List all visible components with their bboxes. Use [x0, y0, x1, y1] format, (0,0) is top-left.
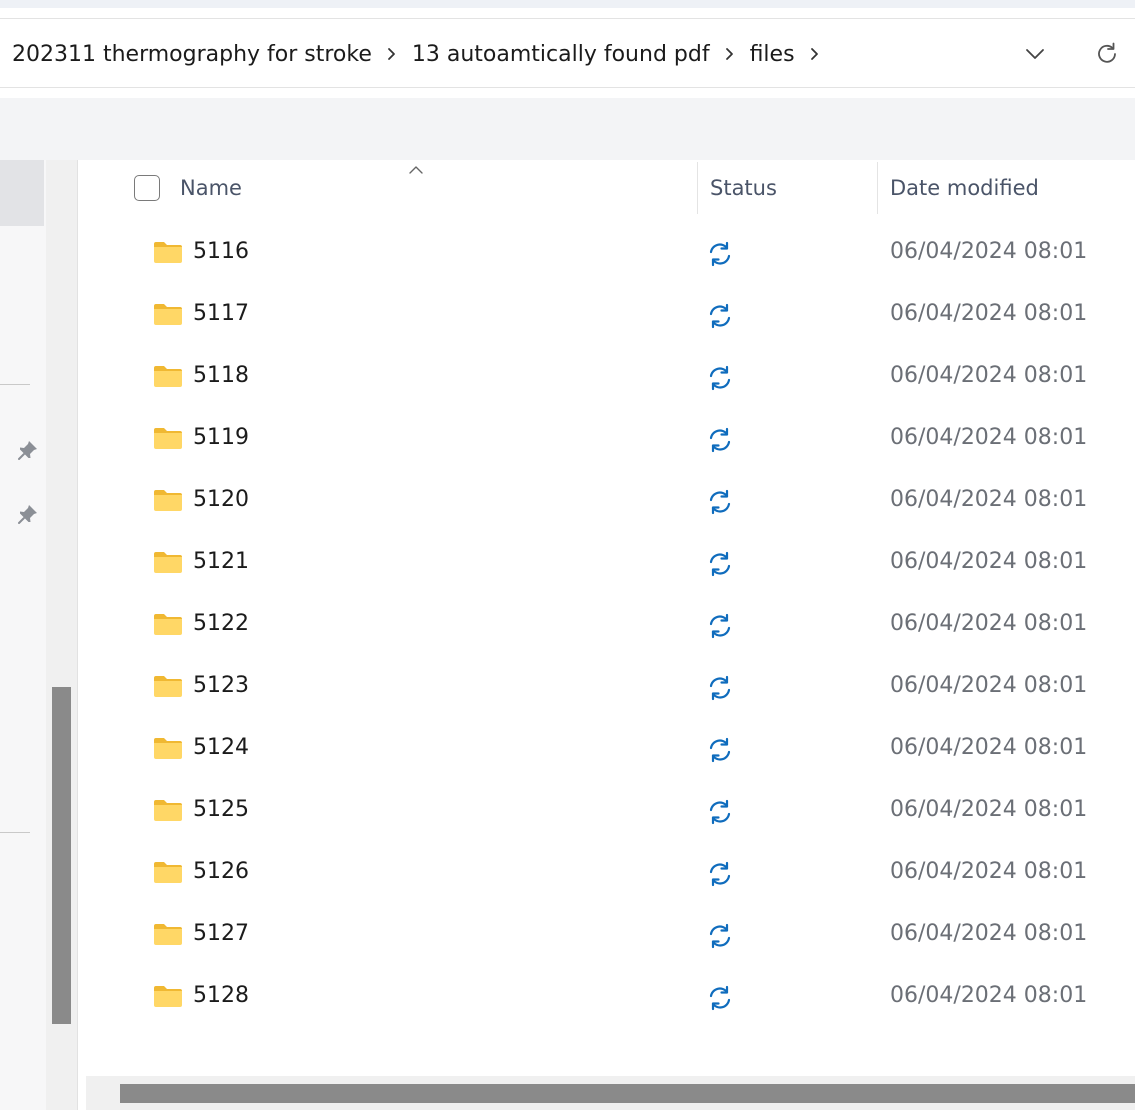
- refresh-icon[interactable]: [1092, 39, 1122, 69]
- sync-pending-icon: [706, 240, 734, 268]
- date-modified: 06/04/2024 08:01: [890, 363, 1088, 388]
- date-modified: 06/04/2024 08:01: [890, 487, 1088, 512]
- sync-pending-icon: [706, 612, 734, 640]
- date-modified: 06/04/2024 08:01: [890, 921, 1088, 946]
- table-row[interactable]: 5122 06/04/2024 08:01: [80, 595, 1135, 657]
- sync-pending-icon: [706, 302, 734, 330]
- table-row[interactable]: 5128 06/04/2024 08:01: [80, 967, 1135, 1029]
- file-name[interactable]: 5117: [193, 301, 249, 326]
- title-strip: [0, 0, 1135, 8]
- table-row[interactable]: 5124 06/04/2024 08:01: [80, 719, 1135, 781]
- sync-pending-icon: [706, 736, 734, 764]
- sync-pending-icon: [706, 364, 734, 392]
- sync-pending-icon: [706, 674, 734, 702]
- breadcrumb-item-project[interactable]: 202311 thermography for stroke: [12, 42, 372, 67]
- file-name[interactable]: 5119: [193, 425, 249, 450]
- pin-icon[interactable]: [16, 438, 40, 462]
- breadcrumb-chevron-icon[interactable]: [710, 42, 750, 66]
- sync-pending-icon: [706, 922, 734, 950]
- folder-icon: [153, 240, 183, 264]
- table-row[interactable]: 5123 06/04/2024 08:01: [80, 657, 1135, 719]
- date-modified: 06/04/2024 08:01: [890, 983, 1088, 1008]
- file-name[interactable]: 5118: [193, 363, 249, 388]
- sync-pending-icon: [706, 550, 734, 578]
- folder-icon: [153, 922, 183, 946]
- sync-pending-icon: [706, 860, 734, 888]
- file-name[interactable]: 5128: [193, 983, 249, 1008]
- folder-icon: [153, 736, 183, 760]
- date-modified: 06/04/2024 08:01: [890, 239, 1088, 264]
- column-header-name[interactable]: Name: [180, 176, 242, 200]
- column-header-status[interactable]: Status: [710, 176, 777, 200]
- table-row[interactable]: 5120 06/04/2024 08:01: [80, 471, 1135, 533]
- sync-pending-icon: [706, 426, 734, 454]
- date-modified: 06/04/2024 08:01: [890, 859, 1088, 884]
- sync-pending-icon: [706, 984, 734, 1012]
- table-row[interactable]: 5125 06/04/2024 08:01: [80, 781, 1135, 843]
- table-row[interactable]: 5127 06/04/2024 08:01: [80, 905, 1135, 967]
- table-row[interactable]: 5118 06/04/2024 08:01: [80, 347, 1135, 409]
- file-name[interactable]: 5124: [193, 735, 249, 760]
- file-name[interactable]: 5122: [193, 611, 249, 636]
- table-row[interactable]: 5117 06/04/2024 08:01: [80, 285, 1135, 347]
- nav-divider: [0, 384, 30, 385]
- folder-icon: [153, 364, 183, 388]
- date-modified: 06/04/2024 08:01: [890, 549, 1088, 574]
- date-modified: 06/04/2024 08:01: [890, 797, 1088, 822]
- folder-icon: [153, 674, 183, 698]
- file-name[interactable]: 5116: [193, 239, 249, 264]
- breadcrumb-chevron-icon[interactable]: [795, 42, 835, 66]
- nav-divider: [0, 832, 30, 833]
- folder-icon: [153, 984, 183, 1008]
- folder-icon: [153, 488, 183, 512]
- table-row[interactable]: 5116 06/04/2024 08:01: [80, 223, 1135, 285]
- file-name[interactable]: 5123: [193, 673, 249, 698]
- nav-selected-item[interactable]: [0, 160, 44, 226]
- breadcrumb: 202311 thermography for stroke 13 autoam…: [12, 19, 835, 89]
- column-divider[interactable]: [697, 162, 698, 214]
- file-name[interactable]: 5120: [193, 487, 249, 512]
- file-name[interactable]: 5126: [193, 859, 249, 884]
- folder-icon: [153, 798, 183, 822]
- sync-pending-icon: [706, 488, 734, 516]
- date-modified: 06/04/2024 08:01: [890, 425, 1088, 450]
- breadcrumb-item-files[interactable]: files: [750, 42, 795, 67]
- select-all-checkbox[interactable]: [134, 175, 160, 201]
- sync-pending-icon: [706, 798, 734, 826]
- folder-icon: [153, 426, 183, 450]
- column-divider[interactable]: [877, 162, 878, 214]
- table-row[interactable]: 5126 06/04/2024 08:01: [80, 843, 1135, 905]
- date-modified: 06/04/2024 08:01: [890, 735, 1088, 760]
- file-name[interactable]: 5125: [193, 797, 249, 822]
- date-modified: 06/04/2024 08:01: [890, 611, 1088, 636]
- breadcrumb-chevron-icon[interactable]: [372, 42, 412, 66]
- table-row[interactable]: 5121 06/04/2024 08:01: [80, 533, 1135, 595]
- command-bar: [0, 98, 1135, 160]
- horizontal-scrollbar-thumb[interactable]: [120, 1084, 1135, 1103]
- table-row[interactable]: 5119 06/04/2024 08:01: [80, 409, 1135, 471]
- sort-ascending-icon: [408, 160, 424, 174]
- address-bar[interactable]: 202311 thermography for stroke 13 autoam…: [0, 18, 1135, 88]
- navigation-pane: [0, 160, 46, 1110]
- folder-icon: [153, 302, 183, 326]
- pin-icon[interactable]: [16, 502, 40, 526]
- nav-scrollbar-thumb[interactable]: [52, 687, 71, 1024]
- file-explorer-window: 202311 thermography for stroke 13 autoam…: [0, 0, 1135, 1116]
- folder-icon: [153, 550, 183, 574]
- folder-icon: [153, 860, 183, 884]
- file-name[interactable]: 5127: [193, 921, 249, 946]
- file-name[interactable]: 5121: [193, 549, 249, 574]
- chevron-down-icon[interactable]: [1018, 41, 1052, 67]
- folder-icon: [153, 612, 183, 636]
- date-modified: 06/04/2024 08:01: [890, 673, 1088, 698]
- date-modified: 06/04/2024 08:01: [890, 301, 1088, 326]
- breadcrumb-item-folder[interactable]: 13 autoamtically found pdf: [412, 42, 710, 67]
- column-header-date-modified[interactable]: Date modified: [890, 176, 1039, 200]
